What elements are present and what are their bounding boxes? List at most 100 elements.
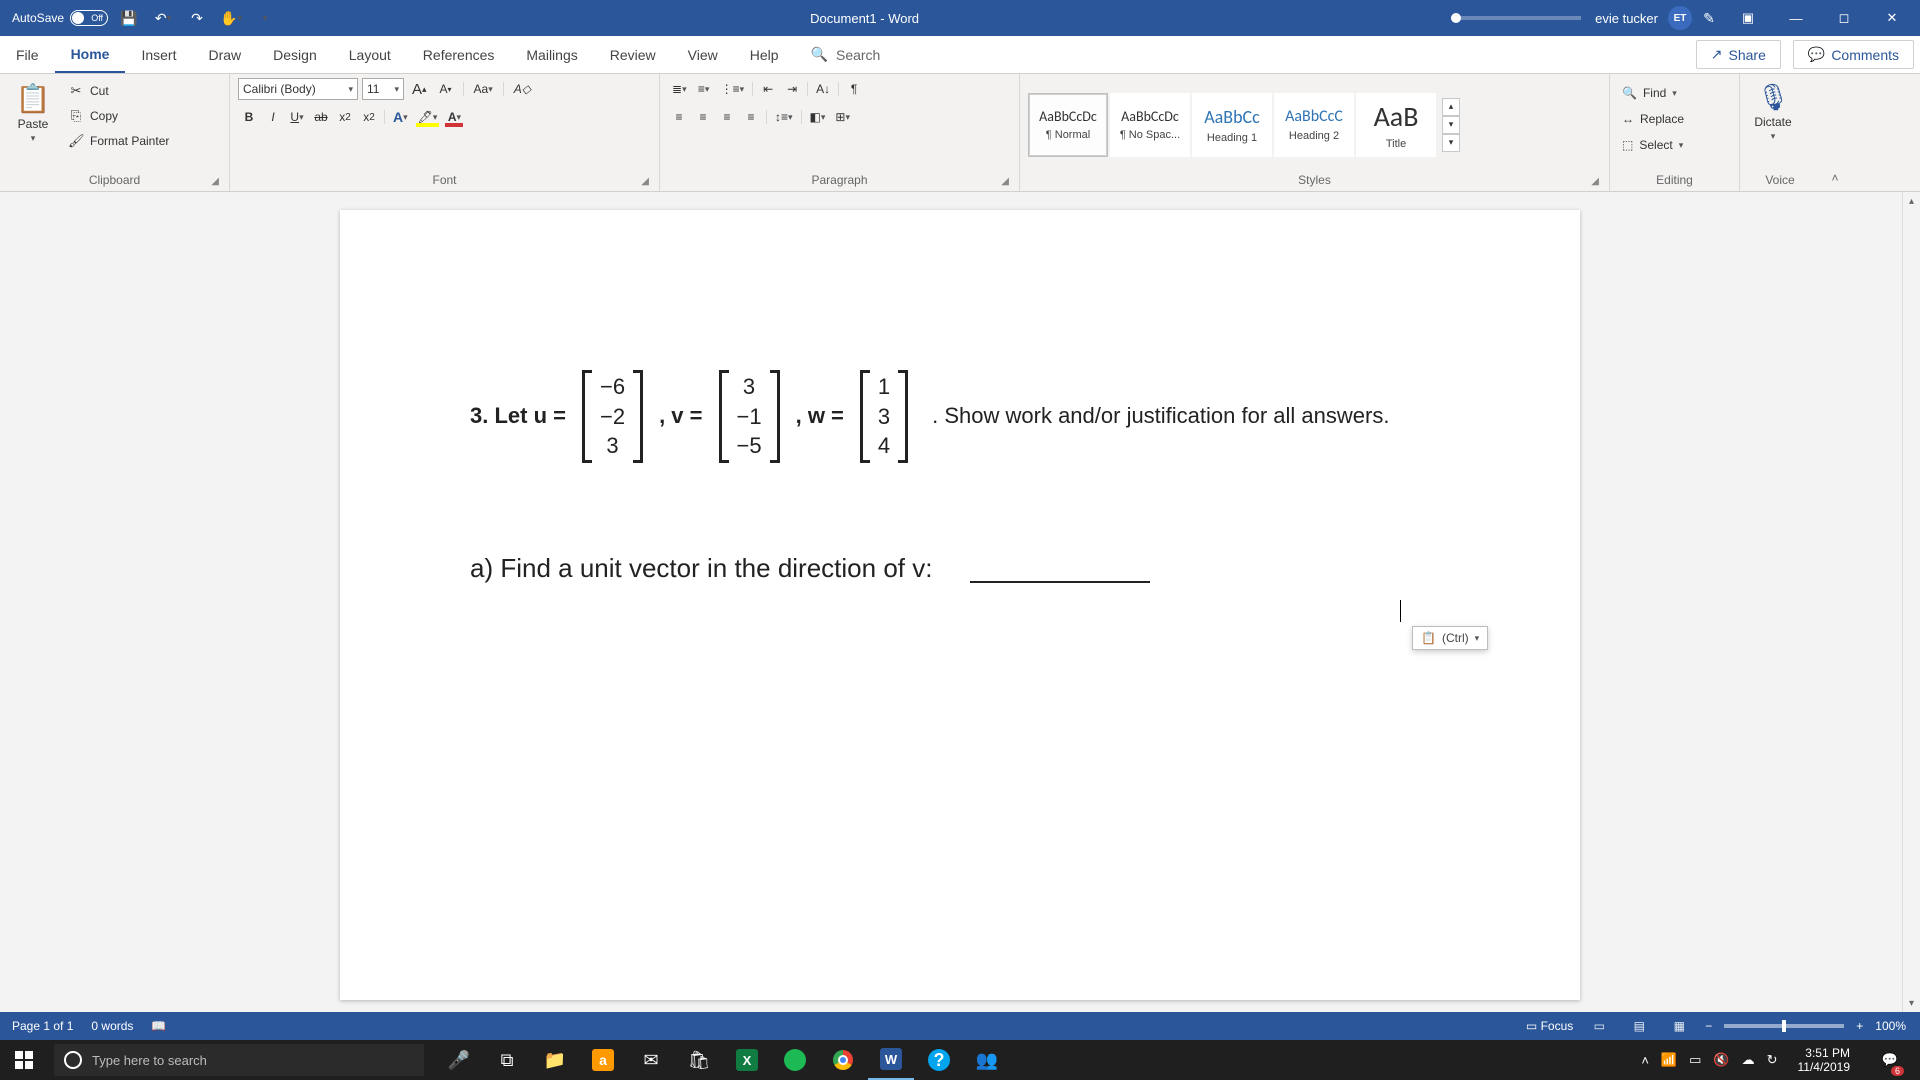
dictate-button[interactable]: 🎙 Dictate ▾: [1748, 78, 1798, 142]
tab-view[interactable]: View: [672, 36, 734, 73]
align-right-button[interactable]: ≡: [716, 106, 738, 128]
comments-button[interactable]: 💬 Comments: [1793, 40, 1914, 69]
save-icon[interactable]: 💾: [116, 5, 142, 31]
text-effects-button[interactable]: A ▾: [389, 106, 412, 128]
minimize-button[interactable]: —: [1774, 0, 1818, 36]
show-marks-button[interactable]: ¶: [843, 78, 865, 100]
paragraph-dialog-launcher[interactable]: ◢: [1001, 176, 1009, 187]
styles-scroll-down[interactable]: ▾: [1442, 116, 1460, 134]
taskbar-store[interactable]: 🛍: [676, 1040, 722, 1080]
focus-mode-button[interactable]: ▭ Focus: [1526, 1019, 1573, 1033]
paste-options-button[interactable]: 📋 (Ctrl) ▾: [1412, 626, 1488, 650]
styles-dialog-launcher[interactable]: ◢: [1591, 176, 1599, 187]
styles-gallery[interactable]: AaBbCcDc¶ Normal AaBbCcDc¶ No Spac... Aa…: [1028, 93, 1436, 157]
taskbar-mail[interactable]: ✉: [628, 1040, 674, 1080]
font-color-button[interactable]: A ▾: [443, 106, 465, 128]
share-button[interactable]: ↗ Share: [1696, 40, 1781, 69]
style-title[interactable]: AaBTitle: [1356, 93, 1436, 157]
paste-button[interactable]: 📋 Paste ▾: [8, 78, 58, 144]
strikethrough-button[interactable]: ab: [310, 106, 332, 128]
decrease-indent-button[interactable]: ⇤: [757, 78, 779, 100]
italic-button[interactable]: I: [262, 106, 284, 128]
taskbar-mic-icon[interactable]: 🎤: [436, 1040, 482, 1080]
underline-button[interactable]: U ▾: [286, 106, 308, 128]
user-avatar[interactable]: ET: [1668, 6, 1692, 30]
tab-home[interactable]: Home: [55, 36, 126, 73]
page-count[interactable]: Page 1 of 1: [12, 1019, 73, 1033]
font-size-select[interactable]: 11▾: [362, 78, 404, 100]
tell-me-search[interactable]: 🔍 Search: [795, 36, 897, 73]
style-heading-1[interactable]: AaBbCcHeading 1: [1192, 93, 1272, 157]
tab-insert[interactable]: Insert: [125, 36, 192, 73]
action-center-button[interactable]: 💬 6: [1870, 1040, 1910, 1080]
taskbar-spotify[interactable]: [772, 1040, 818, 1080]
taskbar-people[interactable]: 👥: [964, 1040, 1010, 1080]
tray-battery-icon[interactable]: ▭: [1689, 1052, 1701, 1068]
tab-layout[interactable]: Layout: [333, 36, 407, 73]
undo-icon[interactable]: ↶▾: [150, 5, 176, 31]
borders-button[interactable]: ⊞ ▾: [831, 106, 854, 128]
taskbar-help[interactable]: ?: [916, 1040, 962, 1080]
align-left-button[interactable]: ≡: [668, 106, 690, 128]
taskbar-explorer[interactable]: 📁: [532, 1040, 578, 1080]
draw-mode-icon[interactable]: ✎: [1696, 5, 1722, 31]
increase-indent-button[interactable]: ⇥: [781, 78, 803, 100]
autosave-toggle[interactable]: AutoSave Off: [12, 10, 108, 26]
simplify-ribbon-slider[interactable]: [1451, 16, 1581, 20]
style-heading-2[interactable]: AaBbCcCHeading 2: [1274, 93, 1354, 157]
tab-design[interactable]: Design: [257, 36, 333, 73]
word-count[interactable]: 0 words: [91, 1019, 133, 1033]
sort-button[interactable]: A↓: [812, 78, 834, 100]
grow-font-button[interactable]: A▴: [408, 78, 431, 100]
shading-button[interactable]: ◧ ▾: [806, 106, 830, 128]
tab-references[interactable]: References: [407, 36, 511, 73]
select-button[interactable]: ⬚Select ▾: [1618, 134, 1731, 156]
tray-volume-icon[interactable]: 🔇: [1713, 1052, 1729, 1068]
shrink-font-button[interactable]: A▾: [435, 78, 457, 100]
tab-mailings[interactable]: Mailings: [510, 36, 593, 73]
tab-review[interactable]: Review: [594, 36, 672, 73]
styles-more[interactable]: ▾: [1442, 134, 1460, 152]
align-center-button[interactable]: ≡: [692, 106, 714, 128]
ribbon-display-icon[interactable]: ▣: [1726, 0, 1770, 36]
close-button[interactable]: ✕: [1870, 0, 1914, 36]
font-name-select[interactable]: Calibri (Body)▾: [238, 78, 358, 100]
style-normal[interactable]: AaBbCcDc¶ Normal: [1028, 93, 1108, 157]
line-spacing-button[interactable]: ↕≡ ▾: [771, 106, 797, 128]
change-case-button[interactable]: Aa ▾: [470, 78, 497, 100]
collapse-ribbon-button[interactable]: ˄: [1831, 171, 1838, 185]
numbering-button[interactable]: ≡ ▾: [693, 78, 715, 100]
zoom-slider[interactable]: [1724, 1024, 1844, 1028]
tray-wifi-icon[interactable]: 📶: [1661, 1052, 1677, 1068]
format-painter-button[interactable]: 🖌Format Painter: [64, 130, 173, 152]
cut-button[interactable]: ✂Cut: [64, 80, 173, 102]
zoom-value[interactable]: 100%: [1875, 1019, 1906, 1033]
tab-help[interactable]: Help: [734, 36, 795, 73]
replace-button[interactable]: ↔Replace: [1618, 108, 1731, 130]
scroll-up-icon[interactable]: ▴: [1903, 192, 1920, 210]
redo-icon[interactable]: ↷: [184, 5, 210, 31]
start-button[interactable]: [0, 1051, 48, 1069]
bullets-button[interactable]: ≣ ▾: [668, 78, 691, 100]
justify-button[interactable]: ≡: [740, 106, 762, 128]
print-layout-button[interactable]: ▤: [1625, 1016, 1653, 1036]
taskbar-chrome[interactable]: [820, 1040, 866, 1080]
clear-formatting-button[interactable]: A◇: [510, 78, 535, 100]
taskbar-amazon[interactable]: a: [580, 1040, 626, 1080]
styles-scroll-up[interactable]: ▴: [1442, 98, 1460, 116]
font-dialog-launcher[interactable]: ◢: [641, 176, 649, 187]
scroll-down-icon[interactable]: ▾: [1903, 994, 1920, 1012]
maximize-button[interactable]: ◻: [1822, 0, 1866, 36]
highlight-button[interactable]: 🖊 ▾: [414, 106, 442, 128]
find-button[interactable]: 🔍Find ▾: [1618, 82, 1731, 104]
web-layout-button[interactable]: ▦: [1665, 1016, 1693, 1036]
copy-button[interactable]: ⎘Copy: [64, 105, 173, 127]
tab-draw[interactable]: Draw: [192, 36, 257, 73]
zoom-in-button[interactable]: +: [1856, 1019, 1863, 1033]
bold-button[interactable]: B: [238, 106, 260, 128]
vertical-scrollbar[interactable]: ▴ ▾: [1902, 192, 1920, 1012]
subscript-button[interactable]: x2: [334, 106, 356, 128]
tab-file[interactable]: File: [0, 36, 55, 73]
spellcheck-icon[interactable]: 📖: [151, 1019, 166, 1033]
page[interactable]: 3. Let u = −6−23 , v = 3−1−5 , w = 134: [340, 210, 1580, 1000]
